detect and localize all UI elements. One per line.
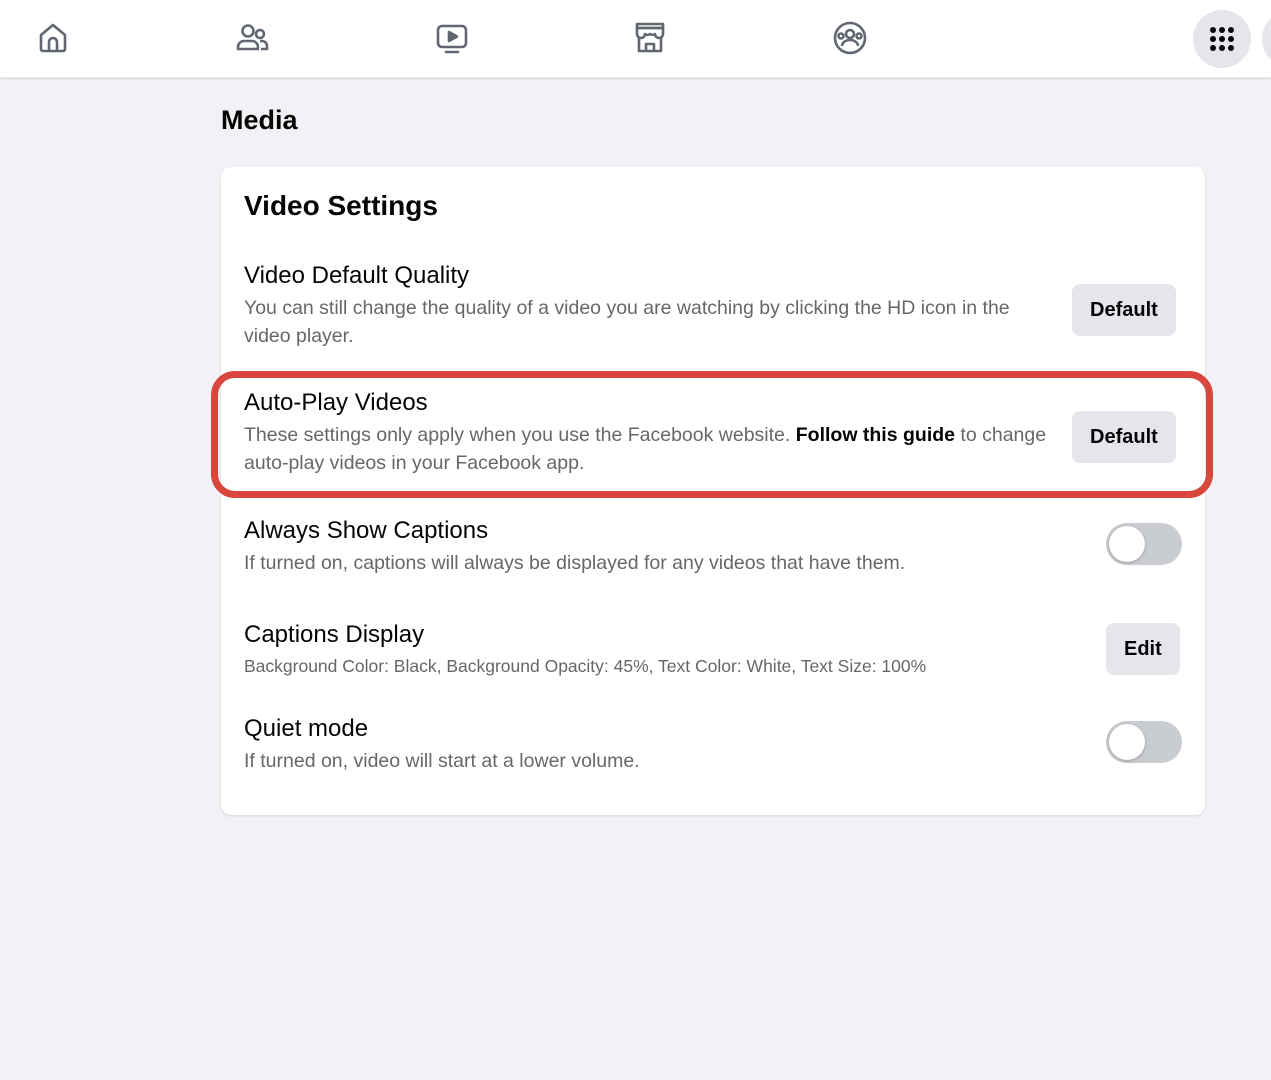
setting-description: If turned on, captions will always be di… bbox=[244, 552, 906, 574]
account-button[interactable] bbox=[1262, 10, 1271, 68]
grid-menu-button[interactable] bbox=[1193, 10, 1251, 68]
setting-description-text: These settings only apply when you use t… bbox=[244, 424, 791, 446]
watch-icon[interactable] bbox=[432, 18, 472, 58]
setting-title: Quiet mode bbox=[244, 715, 369, 742]
setting-auto-play-videos: Auto-Play Videos These settings only app… bbox=[244, 388, 1184, 477]
setting-title: Captions Display bbox=[244, 621, 425, 648]
setting-title: Video Default Quality bbox=[244, 262, 470, 289]
captions-display-edit-button[interactable]: Edit bbox=[1106, 623, 1180, 675]
grid-menu-icon bbox=[1210, 27, 1234, 51]
page-title: Media bbox=[221, 105, 298, 135]
setting-title: Auto-Play Videos bbox=[244, 389, 428, 416]
card-title: Video Settings bbox=[244, 190, 438, 221]
setting-description: You can still change the quality of a vi… bbox=[244, 297, 1010, 347]
quiet-mode-toggle[interactable] bbox=[1106, 721, 1182, 763]
setting-video-default-quality: Video Default Quality You can still chan… bbox=[244, 261, 1184, 350]
video-settings-card: Video Settings Video Default Quality You… bbox=[221, 167, 1205, 815]
top-navigation-bar bbox=[0, 0, 1271, 78]
setting-description: These settings only apply when you use t… bbox=[244, 421, 1054, 477]
marketplace-icon[interactable] bbox=[630, 18, 670, 58]
setting-quiet-mode: Quiet mode If turned on, video will star… bbox=[244, 714, 1184, 775]
toggle-knob bbox=[1109, 526, 1145, 562]
setting-captions-display: Captions Display Background Color: Black… bbox=[244, 620, 1184, 680]
home-icon[interactable] bbox=[33, 18, 73, 58]
always-show-captions-toggle[interactable] bbox=[1106, 523, 1182, 565]
auto-play-default-button[interactable]: Default bbox=[1072, 411, 1176, 463]
setting-description: Background Color: Black, Background Opac… bbox=[244, 656, 927, 676]
setting-always-show-captions: Always Show Captions If turned on, capti… bbox=[244, 516, 1184, 577]
video-quality-default-button[interactable]: Default bbox=[1072, 284, 1176, 336]
friends-icon[interactable] bbox=[232, 18, 272, 58]
setting-title: Always Show Captions bbox=[244, 517, 489, 544]
toggle-knob bbox=[1109, 724, 1145, 760]
setting-description: If turned on, video will start at a lowe… bbox=[244, 750, 640, 772]
groups-icon[interactable] bbox=[830, 18, 870, 58]
follow-guide-link[interactable]: Follow this guide bbox=[796, 424, 955, 446]
